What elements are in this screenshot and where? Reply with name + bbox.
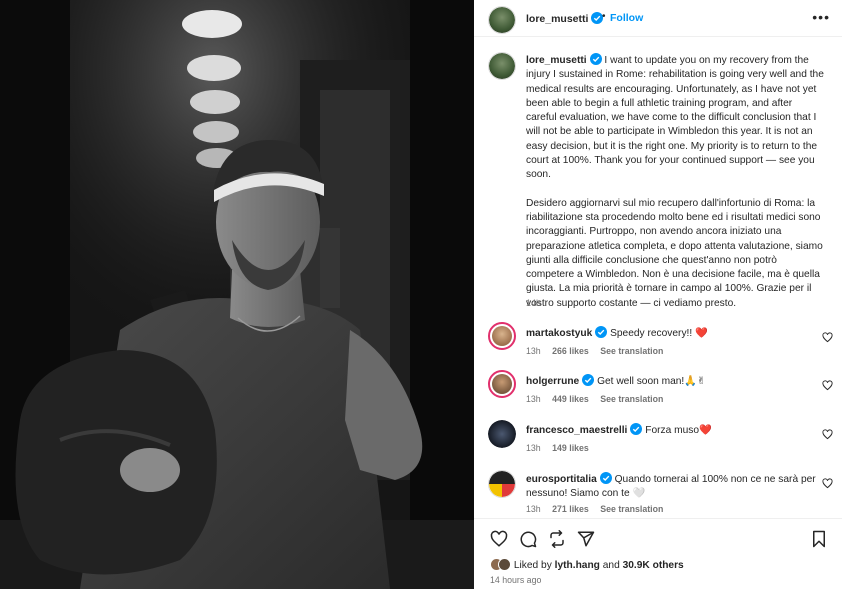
comment-text: Get well soon man!🙏✌ (597, 376, 706, 387)
comment-meta: 13h 271 likes See translation (526, 504, 672, 514)
verified-icon (599, 472, 612, 484)
liked-by-count[interactable]: 30.9K others (623, 560, 684, 571)
comment-like-heart-icon[interactable] (822, 332, 833, 343)
post-photo-illustration (0, 0, 474, 589)
comment-meta: 13h 149 likes (526, 443, 598, 453)
comment-time[interactable]: 13h (526, 346, 541, 356)
bookmark-icon[interactable] (810, 530, 828, 548)
liked-by-and: and (599, 560, 623, 571)
verified-icon (589, 53, 602, 65)
comment-like-heart-icon[interactable] (822, 380, 833, 391)
liked-by-user[interactable]: lyth.hang (555, 560, 600, 571)
comment-time[interactable]: 13h (526, 504, 541, 514)
author-username[interactable]: lore_musetti (526, 12, 604, 25)
post-header: lore_musetti • Follow ••• (474, 0, 842, 37)
caption-username[interactable]: lore_musetti (526, 55, 587, 66)
liked-by-summary: Liked by lyth.hang and 30.9K others (490, 558, 684, 572)
commenter-username[interactable]: martakostyuk (526, 328, 592, 339)
comment-likes[interactable]: 271 likes (552, 504, 589, 514)
caption-text-italian: Desidero aggiornarvi sul mio recupero da… (526, 197, 823, 309)
more-options-icon[interactable]: ••• (812, 9, 830, 25)
see-translation-link[interactable]: See translation (600, 394, 663, 404)
commenter-username[interactable]: francesco_maestrelli (526, 425, 627, 436)
share-icon[interactable] (577, 530, 595, 548)
commenter-avatar[interactable] (488, 420, 516, 448)
comment-text: Speedy recovery!! ❤️ (610, 328, 708, 339)
comment-icon[interactable] (519, 530, 537, 548)
comment-time[interactable]: 13h (526, 443, 541, 453)
commenter-avatar[interactable] (488, 470, 516, 498)
commenter-username[interactable]: eurosportitalia (526, 474, 597, 485)
comment-likes[interactable]: 449 likes (552, 394, 589, 404)
verified-icon (595, 326, 608, 338)
heart-icon[interactable] (490, 530, 508, 548)
follow-button[interactable]: Follow (610, 12, 643, 24)
comment-meta: 13h 266 likes See translation (526, 346, 672, 356)
post-photo[interactable] (0, 0, 474, 589)
comment-like-heart-icon[interactable] (822, 478, 833, 489)
comment-likes[interactable]: 266 likes (552, 346, 589, 356)
commenter-username[interactable]: holgerrune (526, 376, 579, 387)
caption-timestamp[interactable]: 14h (526, 298, 541, 308)
liker-avatar[interactable] (498, 558, 511, 571)
verified-icon (630, 423, 643, 435)
post-caption: lore_musetti I want to update you on my … (526, 53, 824, 311)
see-translation-link[interactable]: See translation (600, 346, 663, 356)
separator-dot: • (602, 11, 606, 22)
commenter-avatar[interactable] (488, 322, 516, 350)
comment-likes[interactable]: 149 likes (552, 443, 589, 453)
author-avatar[interactable] (488, 6, 516, 34)
comment-like-heart-icon[interactable] (822, 429, 833, 440)
post-side-panel: lore_musetti • Follow ••• lore_musetti I… (474, 0, 842, 589)
comment-time[interactable]: 13h (526, 394, 541, 404)
commenter-avatar[interactable] (488, 370, 516, 398)
comment-meta: 13h 449 likes See translation (526, 394, 672, 404)
liked-by-prefix: Liked by (513, 560, 555, 571)
see-translation-link[interactable]: See translation (600, 504, 663, 514)
caption-text-english: I want to update you on my recovery from… (526, 55, 824, 181)
verified-icon (582, 374, 595, 386)
caption-avatar[interactable] (488, 52, 516, 80)
post-actions-bar (474, 518, 842, 554)
post-timestamp[interactable]: 14 hours ago (490, 575, 541, 585)
comment-text: Forza muso❤️ (645, 425, 712, 436)
repost-icon[interactable] (548, 530, 566, 548)
